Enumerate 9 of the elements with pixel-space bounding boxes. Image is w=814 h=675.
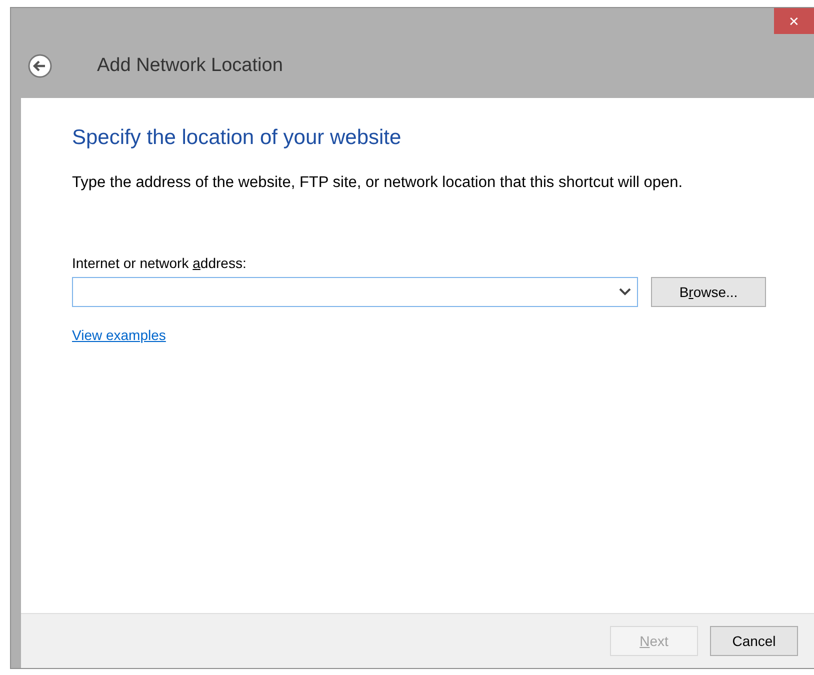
page-heading: Specify the location of your website — [72, 126, 402, 150]
close-button[interactable]: ✕ — [774, 8, 814, 34]
dropdown-chevron-icon[interactable] — [619, 288, 631, 296]
browse-button[interactable]: Browse... — [651, 277, 766, 307]
wizard-button[interactable]: Cancel — [710, 626, 798, 656]
window-title: Add Network Location — [97, 55, 283, 77]
field-label: Internet or network address: — [72, 255, 248, 271]
description-text: Type the address of the website, FTP site, or network location that this shortcut will open. — [72, 174, 684, 192]
view-examples-link[interactable]: View examples — [72, 327, 166, 343]
